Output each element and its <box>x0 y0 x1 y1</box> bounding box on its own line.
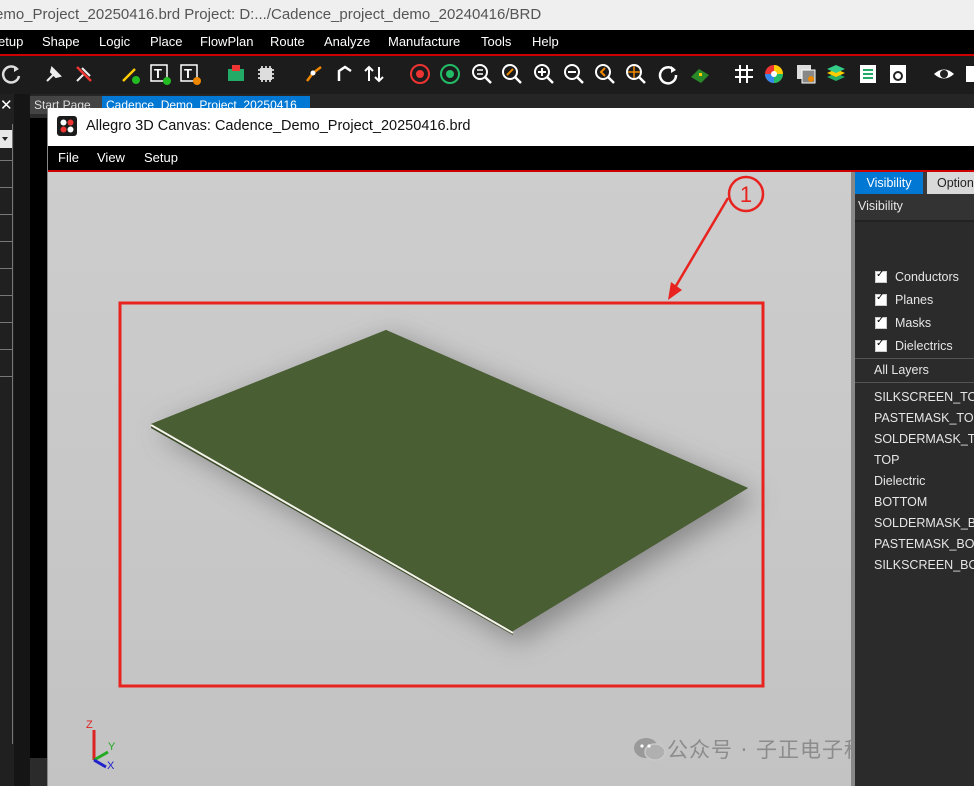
menu-setup[interactable]: etup <box>0 34 23 49</box>
layer-item[interactable]: Dielectric <box>874 474 925 488</box>
window-title: Allegro 3D Canvas: Cadence_Demo_Project_… <box>86 118 471 134</box>
zoom-in-icon[interactable] <box>532 62 556 86</box>
menu-help[interactable]: Help <box>532 34 559 49</box>
shape-icon[interactable] <box>438 62 462 86</box>
menu-tools[interactable]: Tools <box>481 34 511 49</box>
menu-analyze[interactable]: Analyze <box>324 34 370 49</box>
layers-icon[interactable] <box>824 62 848 86</box>
zoom-fit-icon[interactable] <box>470 62 494 86</box>
checkbox-checked-icon[interactable] <box>875 269 887 283</box>
main-menu-bar: etup Shape Logic Place FlowPlan Route An… <box>0 30 974 56</box>
layer-item[interactable]: PASTEMASK_BOTTOM <box>874 537 974 551</box>
menu-shape[interactable]: Shape <box>42 34 80 49</box>
menu-view[interactable]: View <box>97 150 125 165</box>
axis-y-label: Y <box>108 741 116 753</box>
layer-item[interactable]: SILKSCREEN_BOTTOM <box>874 558 974 572</box>
report-icon[interactable] <box>856 62 880 86</box>
allegro-logo-icon <box>57 116 77 136</box>
3d-viewport[interactable]: 1 Z Y X 公众号 · 子正电子科技 <box>48 172 887 786</box>
checkbox-conductors[interactable]: Conductors <box>875 269 959 284</box>
zoom-out-icon[interactable] <box>562 62 586 86</box>
main-toolbar: T T <box>0 56 974 94</box>
menu-setup-3d[interactable]: Setup <box>144 150 178 165</box>
wechat-icon <box>633 737 667 761</box>
checkbox-masks[interactable]: Masks <box>875 315 931 330</box>
color-icon[interactable] <box>762 62 786 86</box>
add-text-icon[interactable]: T <box>148 62 172 86</box>
grid-icon[interactable] <box>732 62 756 86</box>
layer-item[interactable]: SOLDERMASK_TOP <box>874 432 974 446</box>
all-layers-header: All Layers <box>874 363 929 377</box>
main-window-title: emo_Project_20250416.brd Project: D:.../… <box>0 0 974 30</box>
checkbox-planes[interactable]: Planes <box>875 292 933 307</box>
shadow-icon[interactable] <box>794 62 818 86</box>
close-icon[interactable]: ✕ <box>0 96 13 114</box>
drc-icon[interactable] <box>408 62 432 86</box>
chip-icon[interactable] <box>254 62 278 86</box>
menu-flowplan[interactable]: FlowPlan <box>200 34 253 49</box>
zoom-window-icon[interactable] <box>500 62 524 86</box>
left-panel: ✕ <box>0 94 14 786</box>
annotation-marker-number: 1 <box>740 182 752 207</box>
board-3d-icon[interactable] <box>688 62 712 86</box>
canvas-menu-bar: File View Setup <box>48 146 974 172</box>
tab-visibility[interactable]: Visibility <box>855 172 923 194</box>
unpin-icon[interactable] <box>72 62 96 86</box>
redraw-icon[interactable] <box>656 62 680 86</box>
pin-icon[interactable] <box>42 62 66 86</box>
refresh-icon[interactable] <box>0 62 24 86</box>
watermark: 公众号 · 子正电子科技 <box>633 734 888 764</box>
tab-options[interactable]: Option <box>927 172 974 194</box>
checkbox-checked-icon[interactable] <box>875 292 887 306</box>
panel-icon[interactable] <box>960 62 974 86</box>
menu-logic[interactable]: Logic <box>99 34 130 49</box>
menu-route[interactable]: Route <box>270 34 305 49</box>
zoom-center-icon[interactable] <box>624 62 648 86</box>
add-connect-icon[interactable] <box>118 62 142 86</box>
axis-x-label: X <box>107 760 115 772</box>
axis-z-label: Z <box>86 719 93 731</box>
design-canvas[interactable] <box>30 118 48 758</box>
svg-text:T: T <box>154 66 162 81</box>
settings-icon[interactable] <box>886 62 910 86</box>
svg-text:T: T <box>184 66 192 81</box>
route-icon[interactable] <box>302 62 326 86</box>
visibility-eye-icon[interactable] <box>932 62 956 86</box>
panel-divider <box>14 94 30 786</box>
allegro-3d-canvas-window: Allegro 3D Canvas: Cadence_Demo_Project_… <box>47 108 974 786</box>
section-title: Visibility <box>858 199 903 213</box>
checkbox-checked-icon[interactable] <box>875 338 887 352</box>
edit-text-icon[interactable]: T <box>178 62 202 86</box>
window-title-bar: Allegro 3D Canvas: Cadence_Demo_Project_… <box>48 108 974 146</box>
menu-file[interactable]: File <box>58 150 79 165</box>
zoom-previous-icon[interactable] <box>593 62 617 86</box>
menu-manufacture[interactable]: Manufacture <box>388 34 460 49</box>
slide-icon[interactable] <box>332 62 356 86</box>
layer-item[interactable]: SOLDERMASK_BOTTOM <box>874 516 974 530</box>
layer-item[interactable]: TOP <box>874 453 899 467</box>
swap-icon[interactable] <box>362 62 386 86</box>
checkbox-dielectrics[interactable]: Dielectrics <box>875 338 953 353</box>
visibility-panel: Visibility Option Visibility Conductors … <box>855 172 974 786</box>
menu-place[interactable]: Place <box>150 34 183 49</box>
dropdown-chevron-icon[interactable] <box>0 130 12 148</box>
layer-item[interactable]: BOTTOM <box>874 495 927 509</box>
layer-item[interactable]: PASTEMASK_TOP <box>874 411 974 425</box>
component-icon[interactable] <box>224 62 248 86</box>
checkbox-checked-icon[interactable] <box>875 315 887 329</box>
layer-item[interactable]: SILKSCREEN_TOP <box>874 390 974 404</box>
